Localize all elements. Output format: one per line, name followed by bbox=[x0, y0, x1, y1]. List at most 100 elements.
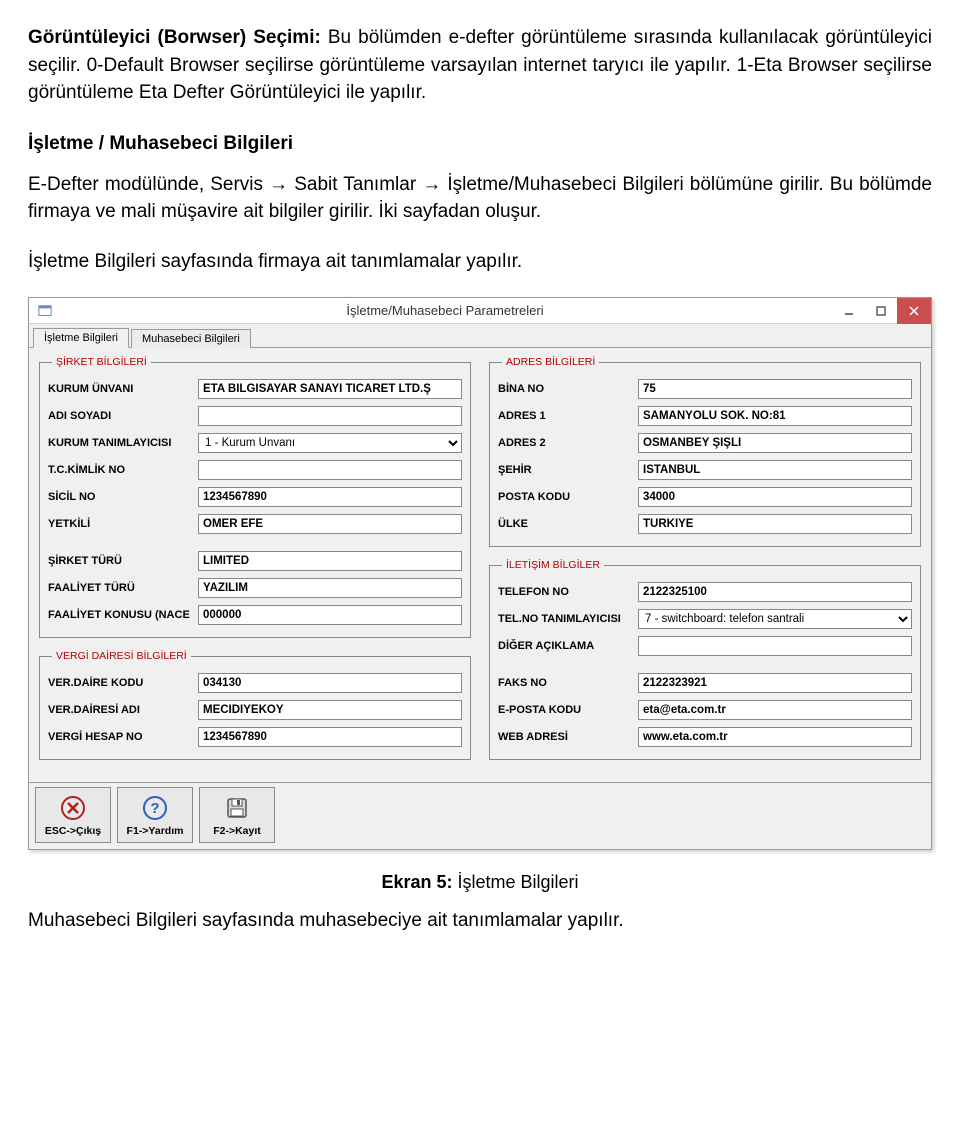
group-legend: ADRES BİLGİLERİ bbox=[502, 356, 599, 368]
right-column: ADRES BİLGİLERİ BİNA NO ADRES 1 ADRES 2 … bbox=[489, 356, 921, 772]
vergi-hesap-no-input[interactable] bbox=[198, 727, 462, 747]
label: VER.DAİRESİ ADI bbox=[48, 704, 198, 716]
paragraph-module-path: E-Defter modülünde, Servis → Sabit Tanım… bbox=[28, 171, 932, 226]
label: E-POSTA KODU bbox=[498, 704, 638, 716]
label: BİNA NO bbox=[498, 383, 638, 395]
adres2-input[interactable] bbox=[638, 433, 912, 453]
paragraph-muhasebeci-note: Muhasebeci Bilgileri sayfasında muhasebe… bbox=[28, 907, 932, 935]
caption-rest: İşletme Bilgileri bbox=[458, 872, 579, 892]
group-legend: VERGİ DAİRESİ BİLGİLERİ bbox=[52, 650, 191, 662]
ver-daire-kodu-input[interactable] bbox=[198, 673, 462, 693]
faks-no-input[interactable] bbox=[638, 673, 912, 693]
label: ŞEHİR bbox=[498, 464, 638, 476]
maximize-button[interactable] bbox=[865, 298, 897, 324]
faaliyet-turu-input[interactable] bbox=[198, 578, 462, 598]
sehir-input[interactable] bbox=[638, 460, 912, 480]
row-vergi-hesap-no: VERGİ HESAP NO bbox=[48, 726, 462, 748]
adres1-input[interactable] bbox=[638, 406, 912, 426]
label: POSTA KODU bbox=[498, 491, 638, 503]
tab-isletme-bilgileri[interactable]: İşletme Bilgileri bbox=[33, 328, 129, 348]
row-kurum-unvani: KURUM ÜNVANI bbox=[48, 378, 462, 400]
bina-no-input[interactable] bbox=[638, 379, 912, 399]
save-icon bbox=[223, 794, 251, 822]
label: ADRES 1 bbox=[498, 410, 638, 422]
ver-dairesi-adi-input[interactable] bbox=[198, 700, 462, 720]
paragraph-isletme-note: İşletme Bilgileri sayfasında firmaya ait… bbox=[28, 248, 932, 276]
section-heading: İşletme / Muhasebeci Bilgileri bbox=[28, 133, 932, 155]
row-diger-aciklama: DİĞER AÇIKLAMA bbox=[498, 635, 912, 657]
adi-soyadi-input[interactable] bbox=[198, 406, 462, 426]
minimize-button[interactable] bbox=[833, 298, 865, 324]
row-adres2: ADRES 2 bbox=[498, 432, 912, 454]
row-faaliyet-turu: FAALİYET TÜRÜ bbox=[48, 577, 462, 599]
label: VER.DAİRE KODU bbox=[48, 677, 198, 689]
kurum-tanimlayici-select[interactable]: 1 - Kurum Unvanı bbox=[198, 433, 462, 453]
row-sirket-turu: ŞİRKET TÜRÜ bbox=[48, 550, 462, 572]
label: FAKS NO bbox=[498, 677, 638, 689]
web-adresi-input[interactable] bbox=[638, 727, 912, 747]
row-faks-no: FAKS NO bbox=[498, 672, 912, 694]
eposta-kodu-input[interactable] bbox=[638, 700, 912, 720]
row-kurum-tanimlayici: KURUM TANIMLAYICISI 1 - Kurum Unvanı bbox=[48, 432, 462, 454]
row-sehir: ŞEHİR bbox=[498, 459, 912, 481]
posta-kodu-input[interactable] bbox=[638, 487, 912, 507]
row-web-adresi: WEB ADRESİ bbox=[498, 726, 912, 748]
row-tel-tanimlayici: TEL.NO TANIMLAYICISI 7 - switchboard: te… bbox=[498, 608, 912, 630]
label: KURUM ÜNVANI bbox=[48, 383, 198, 395]
yetkili-input[interactable] bbox=[198, 514, 462, 534]
ulke-input[interactable] bbox=[638, 514, 912, 534]
row-adi-soyadi: ADI SOYADI bbox=[48, 405, 462, 427]
telefon-no-input[interactable] bbox=[638, 582, 912, 602]
figure-caption: Ekran 5: İşletme Bilgileri bbox=[28, 872, 932, 893]
row-posta-kodu: POSTA KODU bbox=[498, 486, 912, 508]
caption-bold: Ekran 5: bbox=[381, 872, 452, 892]
tab-strip: İşletme Bilgileri Muhasebeci Bilgileri bbox=[29, 324, 931, 348]
app-icon bbox=[33, 301, 57, 321]
faaliyet-konusu-input[interactable] bbox=[198, 605, 462, 625]
sirket-turu-input[interactable] bbox=[198, 551, 462, 571]
group-legend: İLETİŞİM BİLGİLER bbox=[502, 559, 604, 571]
label: ŞİRKET TÜRÜ bbox=[48, 555, 198, 567]
tel-tanimlayici-select[interactable]: 7 - switchboard: telefon santrali bbox=[638, 609, 912, 629]
label: ADI SOYADI bbox=[48, 410, 198, 422]
row-tc-kimlik: T.C.KİMLİK NO bbox=[48, 459, 462, 481]
svg-text:?: ? bbox=[150, 800, 159, 817]
label: SİCİL NO bbox=[48, 491, 198, 503]
form-body: ŞİRKET BİLGİLERİ KURUM ÜNVANI ADI SOYADI… bbox=[29, 348, 931, 782]
label: WEB ADRESİ bbox=[498, 731, 638, 743]
group-sirket-bilgileri: ŞİRKET BİLGİLERİ KURUM ÜNVANI ADI SOYADI… bbox=[39, 356, 471, 638]
action-label: F2->Kayıt bbox=[213, 825, 261, 837]
app-window: İşletme/Muhasebeci Parametreleri İşletme… bbox=[28, 297, 932, 850]
kurum-unvani-input[interactable] bbox=[198, 379, 462, 399]
group-legend: ŞİRKET BİLGİLERİ bbox=[52, 356, 151, 368]
esc-cikis-button[interactable]: ESC->Çıkış bbox=[35, 787, 111, 843]
close-x-icon bbox=[59, 794, 87, 822]
row-faaliyet-konusu: FAALİYET KONUSU (NACE bbox=[48, 604, 462, 626]
action-label: F1->Yardım bbox=[127, 825, 184, 837]
tab-muhasebeci-bilgileri[interactable]: Muhasebeci Bilgileri bbox=[131, 329, 251, 348]
titlebar: İşletme/Muhasebeci Parametreleri bbox=[29, 298, 931, 324]
close-button[interactable] bbox=[897, 298, 931, 324]
label: KURUM TANIMLAYICISI bbox=[48, 437, 198, 449]
sicil-no-input[interactable] bbox=[198, 487, 462, 507]
label: VERGİ HESAP NO bbox=[48, 731, 198, 743]
row-adres1: ADRES 1 bbox=[498, 405, 912, 427]
row-ulke: ÜLKE bbox=[498, 513, 912, 535]
f1-yardim-button[interactable]: ? F1->Yardım bbox=[117, 787, 193, 843]
group-vergi-dairesi: VERGİ DAİRESİ BİLGİLERİ VER.DAİRE KODU V… bbox=[39, 650, 471, 760]
label: ADRES 2 bbox=[498, 437, 638, 449]
diger-aciklama-input[interactable] bbox=[638, 636, 912, 656]
window-buttons bbox=[833, 298, 931, 324]
tc-kimlik-input[interactable] bbox=[198, 460, 462, 480]
window-title: İşletme/Muhasebeci Parametreleri bbox=[57, 303, 833, 318]
row-bina-no: BİNA NO bbox=[498, 378, 912, 400]
row-ver-dairesi-adi: VER.DAİRESİ ADI bbox=[48, 699, 462, 721]
label: FAALİYET KONUSU (NACE bbox=[48, 609, 198, 621]
paragraph-label: Görüntüleyici (Borwser) Seçimi: bbox=[28, 27, 321, 48]
f2-kayit-button[interactable]: F2->Kayıt bbox=[199, 787, 275, 843]
left-column: ŞİRKET BİLGİLERİ KURUM ÜNVANI ADI SOYADI… bbox=[39, 356, 471, 772]
paragraph-browser-selection: Görüntüleyici (Borwser) Seçimi: Bu bölüm… bbox=[28, 24, 932, 107]
group-iletisim-bilgileri: İLETİŞİM BİLGİLER TELEFON NO TEL.NO TANI… bbox=[489, 559, 921, 760]
row-telefon-no: TELEFON NO bbox=[498, 581, 912, 603]
label: TELEFON NO bbox=[498, 586, 638, 598]
